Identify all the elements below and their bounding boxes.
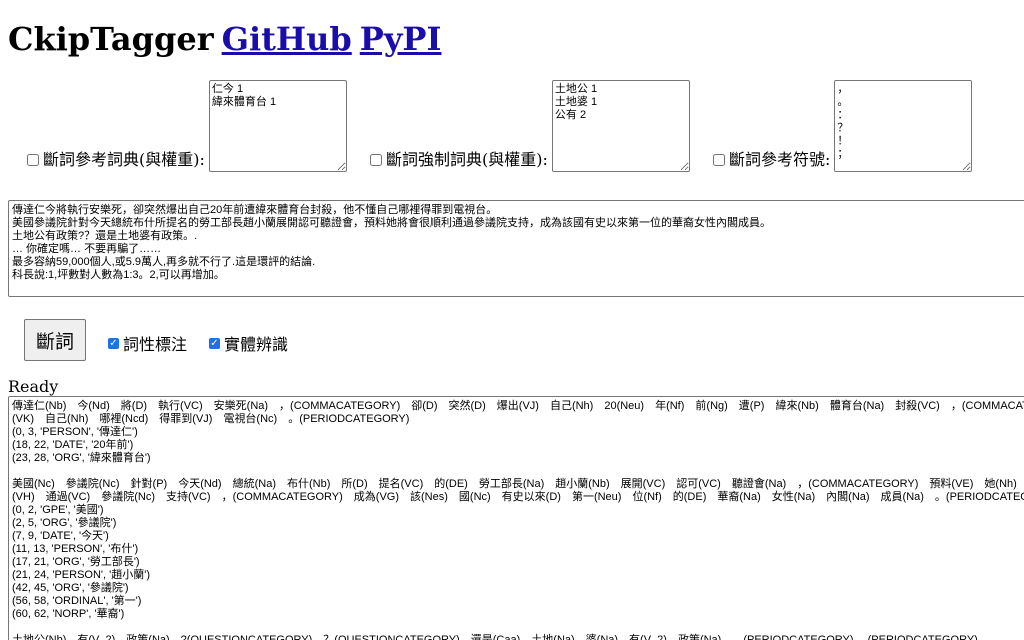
- recommend-dict-label: 斷詞參考詞典(與權重):: [43, 150, 205, 169]
- pypi-link[interactable]: PyPI: [360, 20, 442, 58]
- ner-checkbox[interactable]: ✓: [209, 337, 220, 349]
- pos-checkbox[interactable]: ✓: [108, 337, 119, 349]
- delimiters-option: 斷詞參考符號: ， 。 ： ？ ！ ；: [713, 80, 973, 172]
- ner-label: 實體辨識: [224, 335, 289, 354]
- coerce-dict-checkbox[interactable]: [370, 154, 382, 166]
- delimiters-label: 斷詞參考符號:: [729, 150, 831, 169]
- coerce-dict-textarea[interactable]: 土地公 1 土地婆 1 公有 2: [551, 80, 690, 172]
- ner-option[interactable]: ✓ 實體辨識: [209, 331, 288, 355]
- app-name: CkipTagger: [8, 20, 214, 58]
- recommend-dict-textarea[interactable]: 仁今 1 緯來體育台 1: [208, 80, 347, 172]
- input-textarea[interactable]: 傳達仁今將執行安樂死，卻突然爆出自己20年前遭緯來體育台封殺，他不懂自己哪裡得罪…: [8, 200, 1024, 297]
- status-text: Ready: [8, 377, 59, 396]
- recommend-dict-checkbox[interactable]: [27, 154, 39, 166]
- coerce-dict-option: 斷詞強制詞典(與權重): 土地公 1 土地婆 1 公有 2: [370, 80, 690, 172]
- github-link[interactable]: GitHub: [222, 20, 352, 58]
- coerce-dict-label: 斷詞強制詞典(與權重):: [386, 150, 548, 169]
- app-title: CkipTagger GitHub PyPI: [8, 18, 441, 60]
- segment-button[interactable]: 斷詞: [24, 319, 86, 361]
- pos-option[interactable]: ✓ 詞性標注: [108, 331, 187, 355]
- delimiters-checkbox[interactable]: [713, 154, 725, 166]
- recommend-dict-option: 斷詞參考詞典(與權重): 仁今 1 緯來體育台 1: [27, 80, 347, 172]
- pos-label: 詞性標注: [123, 335, 188, 354]
- delimiters-textarea[interactable]: ， 。 ： ？ ！ ；: [834, 80, 973, 172]
- output-textarea[interactable]: 傳達仁(Nb) 今(Nd) 將(D) 執行(VC) 安樂死(Na) ，(COMM…: [8, 396, 1024, 640]
